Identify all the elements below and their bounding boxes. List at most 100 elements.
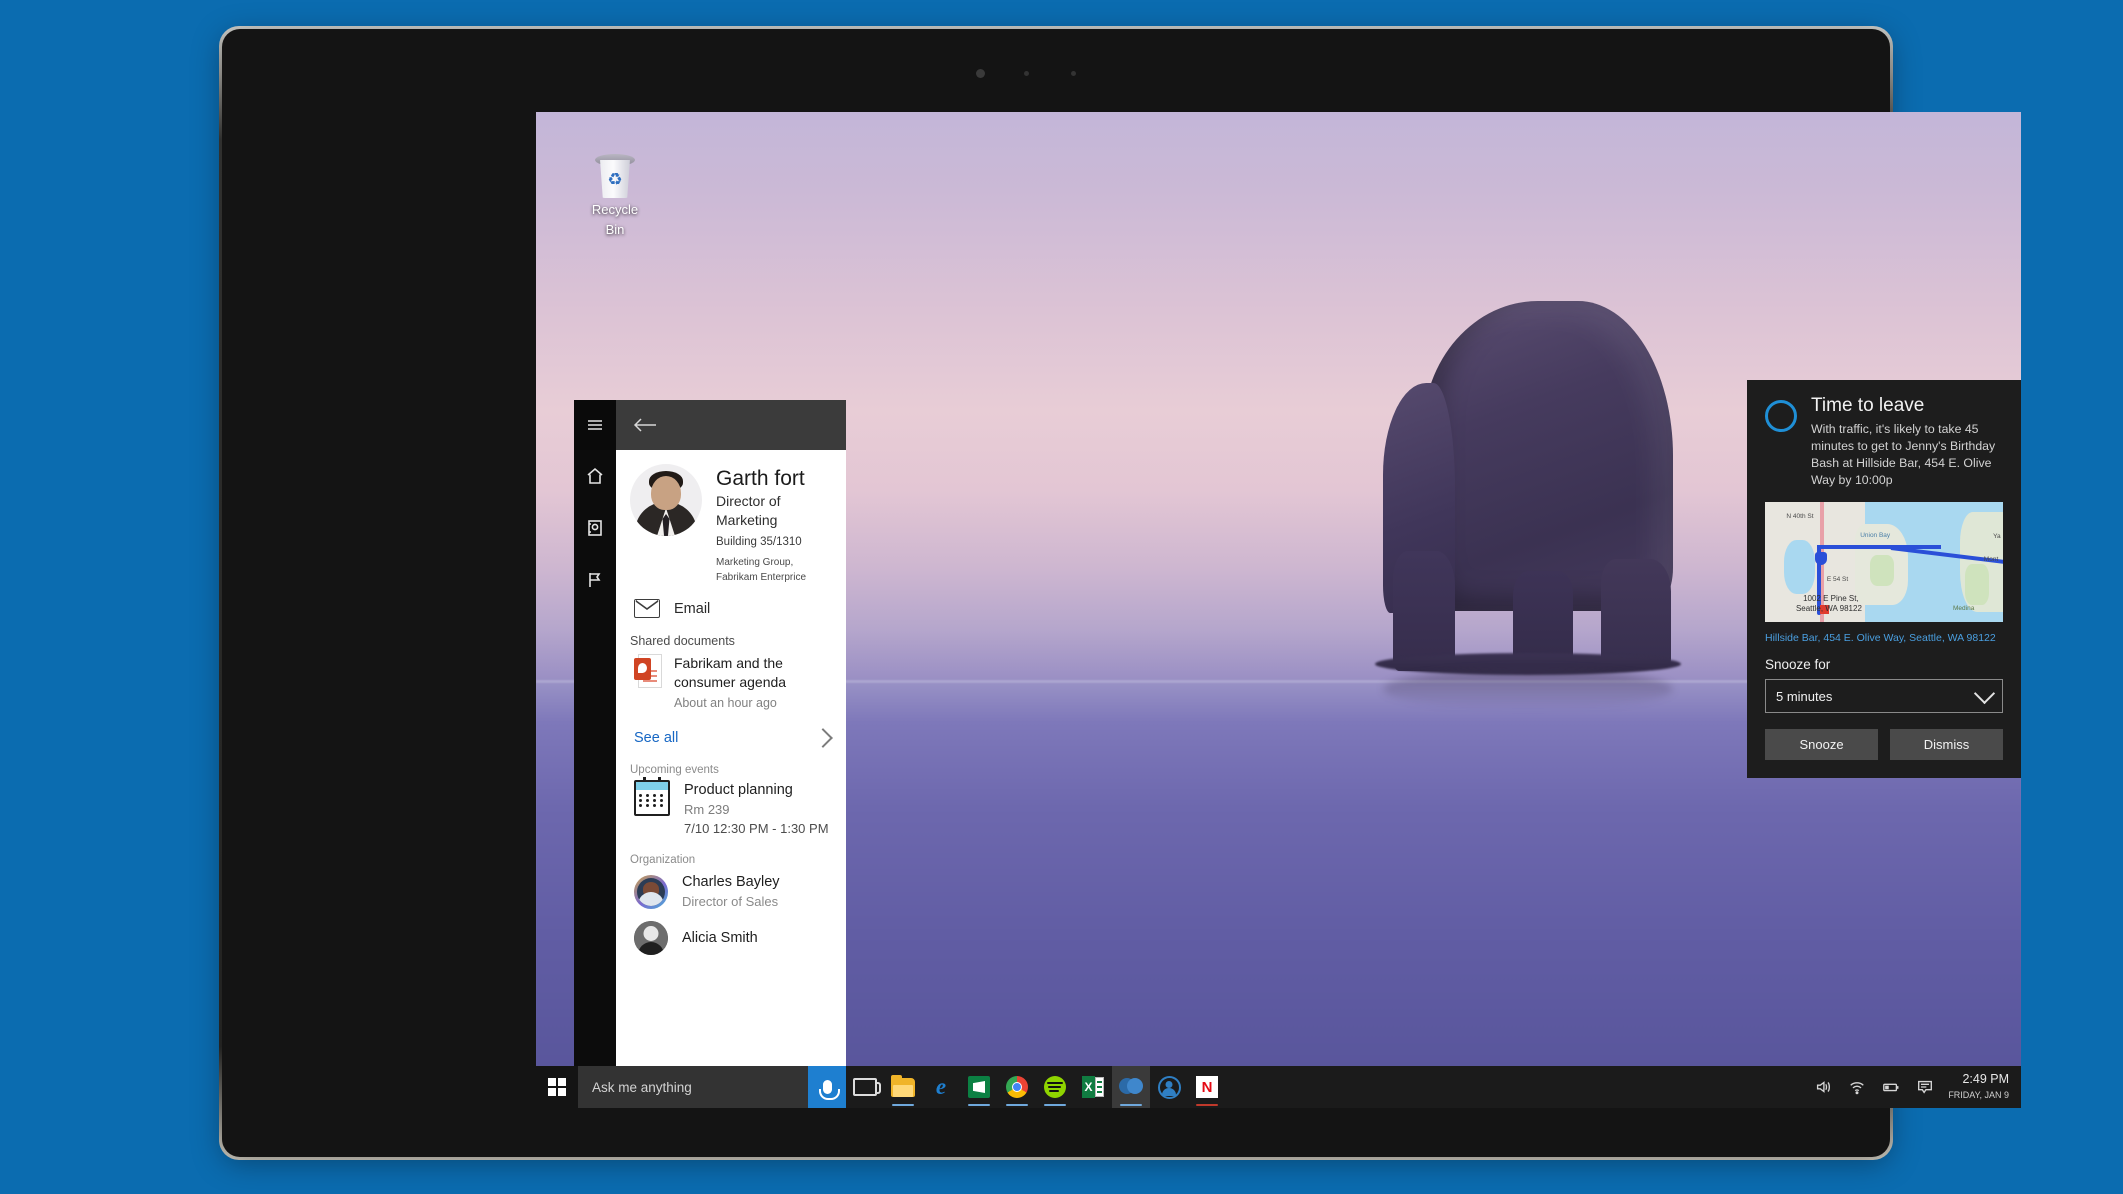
event-item[interactable]: Product planning Rm 239 7/10 12:30 PM - … [616,777,846,848]
microsoft-excel-icon: X [1082,1076,1104,1098]
email-action-row[interactable]: Email [616,591,846,628]
calendar-icon [634,777,670,816]
chevron-right-icon [813,728,833,748]
cortana-mic-button[interactable] [808,1066,846,1108]
search-input[interactable]: Ask me anything [578,1066,808,1108]
spotify-icon [1044,1076,1066,1098]
snooze-label: Snooze for [1765,657,1831,672]
route-map-thumbnail[interactable]: N 40th St Union Bay E 54 St 1002 E Pine … [1765,502,2003,622]
google-chrome-icon [1006,1076,1028,1098]
taskbar-item-people[interactable] [1150,1066,1188,1108]
map-label-edge-right: Ya [1993,533,2001,541]
snooze-button[interactable]: Snooze [1765,729,1878,760]
map-label-city: Medina [1953,605,1975,613]
taskbar-item-file-explorer[interactable] [884,1066,922,1108]
recycle-bin-label-line2: Bin [605,222,625,237]
taskbar-item-microsoft-excel[interactable]: X [1074,1066,1112,1108]
notification-toast: Time to leave With traffic, it's likely … [1747,380,2021,778]
shared-document-item[interactable]: Fabrikam and the consumer agenda About a… [616,650,846,720]
person-role: Director of Sales [682,894,779,909]
organization-person-item[interactable]: Charles Bayley Director of Sales [616,868,846,917]
front-camera-sensors [976,69,1136,81]
cortana-nav-rail [574,400,616,1108]
start-button[interactable] [536,1066,578,1108]
person-name: Charles Bayley [682,874,780,890]
event-time: 7/10 12:30 PM - 1:30 PM [684,821,829,836]
taskbar-item-google-chrome[interactable] [998,1066,1036,1108]
clock-date: FRIDAY, JAN 9 [1948,1090,2009,1100]
microphone-icon [818,1080,840,1100]
netflix-icon: N [1196,1076,1218,1098]
document-timestamp: About an hour ago [674,696,777,710]
back-icon[interactable] [632,414,658,436]
event-title: Product planning [684,782,793,798]
contact-building: Building 35/1310 [716,536,802,548]
destination-address-link[interactable]: Hillside Bar, 454 E. Olive Way, Seattle,… [1765,631,2003,645]
snooze-selected-value: 5 minutes [1776,688,1833,704]
recycle-bin-label-line1: Recycle [591,202,639,217]
map-label-bay: Union Bay [1860,532,1891,539]
hamburger-icon[interactable] [574,400,616,450]
taskbar-item-internet-explorer[interactable]: e [922,1066,960,1108]
cortana-content: Garth fort Director of Marketing Buildin… [616,450,846,1108]
map-label-destination-line2: Seattle, WA 98122 [1795,604,1862,613]
map-label-destination-line1: 1002 E Pine St, [1803,594,1859,604]
wallpaper-rock-formation [1353,301,1683,721]
system-tray: 2:49 PM FRIDAY, JAN 9 [1806,1066,2021,1108]
taskbar-item-microsoft-store[interactable] [960,1066,998,1108]
organization-person-item[interactable]: Alicia Smith [616,917,846,961]
avatar [634,921,668,955]
taskbar-item-task-view[interactable] [846,1066,884,1108]
file-explorer-icon [891,1074,915,1097]
internet-explorer-icon: e [935,1074,947,1099]
shared-documents-heading: Shared documents [630,634,735,648]
battery-icon[interactable] [1874,1066,1908,1108]
map-label-street-e: E 54 St [1826,576,1849,584]
contact-title: Director of Marketing [716,493,781,528]
desktop-icon-recycle-bin[interactable]: ♻ Recycle Bin [569,152,661,238]
people-icon [1157,1075,1181,1099]
contact-group: Marketing Group, Fabrikam Enterprice [716,557,807,583]
chevron-down-icon [1973,682,1996,705]
cortana-circle-icon [1765,400,1797,432]
toast-header: Time to leave With traffic, it's likely … [1765,394,2003,489]
email-action-label: Email [674,600,711,617]
notification-title: Time to leave [1811,395,1925,416]
toast-actions: Snooze Dismiss [1765,729,2003,760]
tablet-screen: ♻ Recycle Bin Garth fort Director of Mar… [536,112,2021,1108]
action-center-icon[interactable] [1908,1066,1942,1108]
taskbar-item-netflix[interactable]: N [1188,1066,1226,1108]
avatar [630,464,702,536]
person-name: Alicia Smith [682,930,758,946]
search-placeholder: Ask me anything [592,1079,692,1095]
snooze-duration-select[interactable]: 5 minutes [1765,679,2003,713]
envelope-icon [634,599,660,618]
taskbar-item-skype[interactable] [1112,1066,1150,1108]
reminders-flag-icon[interactable] [574,554,616,606]
upcoming-events-heading: Upcoming events [630,764,719,776]
document-title: Fabrikam and the consumer agenda [674,655,787,690]
surface-tablet-device: ♻ Recycle Bin Garth fort Director of Mar… [222,29,2021,1157]
recycle-bin-icon: ♻ [594,152,636,198]
see-all-row[interactable]: See all [616,720,846,758]
notification-body: With traffic, it's likely to take 45 min… [1811,422,1996,487]
map-label-street-n: N 40th St [1786,512,1814,520]
taskbar: Ask me anything e X N 2:49 PM FRIDAY, JA… [536,1066,2021,1108]
task-view-icon [853,1078,881,1096]
contact-profile: Garth fort Director of Marketing Buildin… [616,450,846,591]
wifi-icon[interactable] [1840,1066,1874,1108]
volume-icon[interactable] [1806,1066,1840,1108]
taskbar-item-spotify[interactable] [1036,1066,1074,1108]
windows-start-icon [548,1078,566,1096]
powerpoint-icon [634,654,662,688]
see-all-link[interactable]: See all [634,730,678,746]
dismiss-button[interactable]: Dismiss [1890,729,2003,760]
notebook-icon[interactable] [574,502,616,554]
taskbar-clock[interactable]: 2:49 PM FRIDAY, JAN 9 [1948,1072,2009,1102]
event-room: Rm 239 [684,802,730,817]
skype-icon [1119,1076,1143,1098]
home-icon[interactable] [574,450,616,502]
organization-heading: Organization [630,854,696,866]
map-label-edge-mid: Mont [1983,556,1999,563]
clock-time: 2:49 PM [1962,1072,2009,1086]
